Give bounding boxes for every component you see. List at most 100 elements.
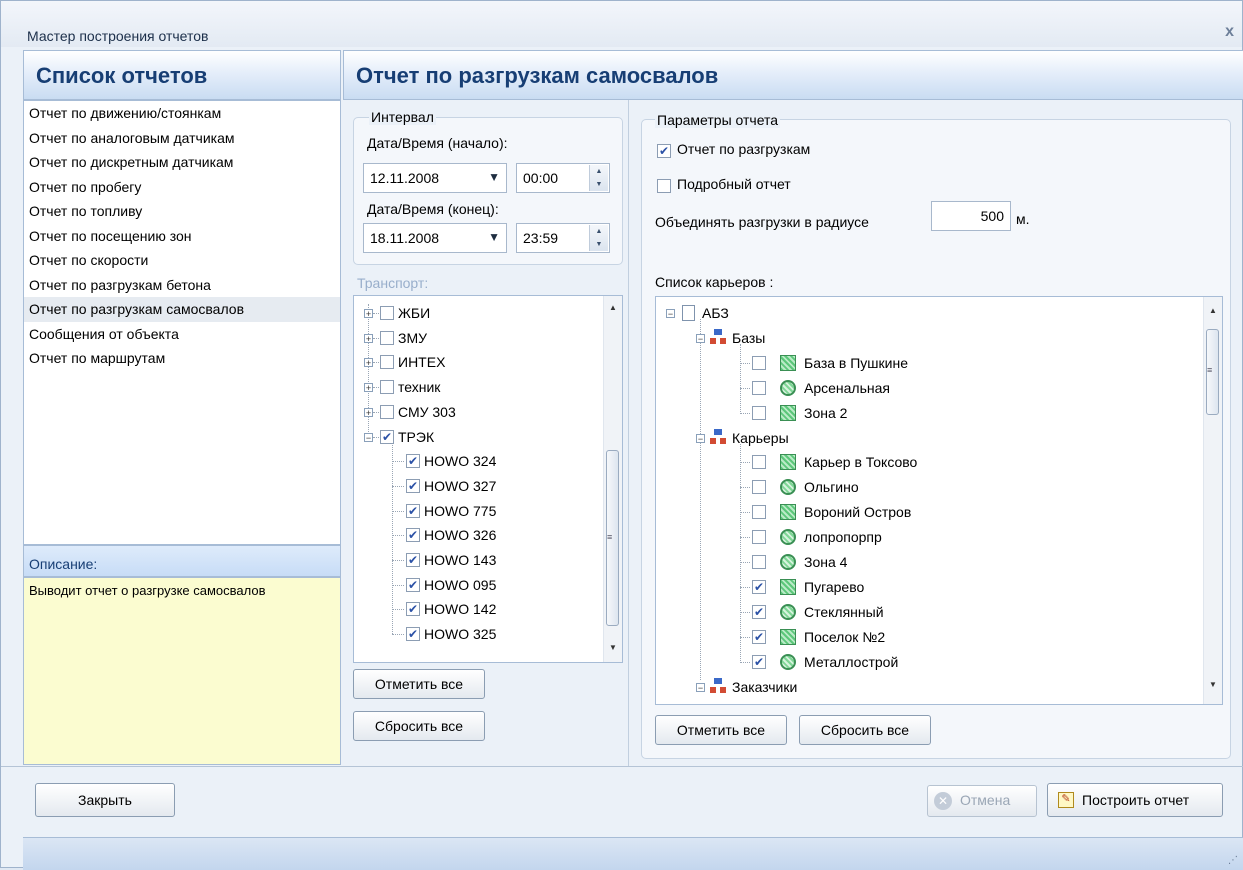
transport-group-0[interactable]: + ЖБИ	[354, 301, 594, 325]
quarry-item-checkbox[interactable]	[752, 505, 766, 520]
quarry-item[interactable]: Арсенальная	[656, 376, 1196, 400]
transport-vehicle[interactable]: ✔ HOWO 775	[354, 499, 594, 523]
transport-group-4[interactable]: + СМУ 303	[354, 400, 594, 424]
spin-down-icon[interactable]: ▼	[590, 238, 608, 251]
report-list-item[interactable]: Отчет по топливу	[24, 199, 340, 224]
transport-tree[interactable]: ▲ ≡ ▼ + ЖБИ + ЗМУ + ИНТЕХ + техник + СМУ 303− ✔ ТРЭ…	[353, 295, 623, 663]
scroll-up-icon[interactable]: ▲	[1204, 303, 1222, 319]
quarries-scrollbar[interactable]: ▲ ≡ ▼	[1203, 297, 1222, 704]
transport-group-checkbox[interactable]	[380, 306, 394, 320]
quarry-item-checkbox[interactable]	[752, 455, 766, 470]
report-list-item[interactable]: Отчет по дискретным датчикам	[24, 150, 340, 175]
transport-scrollbar[interactable]: ▲ ≡ ▼	[603, 296, 622, 662]
quarry-item[interactable]: Ольгино	[656, 475, 1196, 499]
transport-group-checkbox[interactable]: ✔	[380, 429, 394, 444]
resize-grip-icon[interactable]: ⋰	[1228, 855, 1238, 866]
vehicle-checkbox[interactable]: ✔	[406, 553, 420, 567]
quarry-folder[interactable]: − Карьеры	[656, 426, 1196, 450]
transport-group-checkbox[interactable]	[380, 404, 394, 419]
transport-vehicle[interactable]: ✔ HOWO 143	[354, 548, 594, 572]
expand-icon[interactable]: +	[364, 358, 373, 368]
quarry-item[interactable]: ✔ Стеклянный	[656, 600, 1196, 624]
quarry-item[interactable]: Зона 4	[656, 550, 1196, 574]
quarry-item-checkbox[interactable]: ✔	[752, 604, 766, 619]
radius-input[interactable]: 500	[931, 201, 1011, 231]
vehicle-checkbox[interactable]: ✔	[406, 577, 420, 592]
collapse-icon[interactable]: −	[666, 309, 675, 319]
scroll-up-icon[interactable]: ▲	[604, 300, 622, 316]
transport-group-checkbox[interactable]	[380, 355, 394, 370]
vehicle-checkbox[interactable]: ✔	[406, 602, 420, 617]
transport-reset-all-button[interactable]: Сбросить все	[353, 711, 485, 741]
report-list-item[interactable]: Отчет по движению/стоянкам	[24, 101, 340, 126]
vehicle-checkbox[interactable]: ✔	[406, 528, 420, 543]
quarries-check-all-button[interactable]: Отметить все	[655, 715, 787, 745]
expand-icon[interactable]: +	[364, 309, 373, 319]
quarry-folder[interactable]: − Базы	[656, 326, 1196, 350]
close-button[interactable]: Закрыть	[35, 783, 175, 817]
report-list-item[interactable]: Отчет по разгрузкам самосвалов	[24, 297, 340, 322]
chevron-down-icon[interactable]: ▼	[488, 230, 500, 244]
spinner-buttons[interactable]: ▲ ▼	[589, 225, 608, 251]
quarry-item[interactable]: Вороний Остров	[656, 500, 1196, 524]
transport-vehicle[interactable]: ✔ HOWO 325	[354, 622, 594, 646]
quarry-item[interactable]: лопропорпр	[656, 525, 1196, 549]
vehicle-checkbox[interactable]: ✔	[406, 478, 420, 493]
scroll-down-icon[interactable]: ▼	[1204, 677, 1222, 693]
quarry-item-checkbox[interactable]: ✔	[752, 654, 766, 669]
transport-group-checkbox[interactable]	[380, 330, 394, 345]
report-list-item[interactable]: Отчет по посещению зон	[24, 224, 340, 249]
vehicle-checkbox[interactable]: ✔	[406, 627, 420, 642]
transport-vehicle[interactable]: ✔ HOWO 326	[354, 523, 594, 547]
transport-group-checkbox[interactable]	[380, 380, 394, 395]
expand-icon[interactable]: +	[364, 407, 373, 417]
start-date-picker[interactable]: 12.11.2008 ▼	[363, 163, 507, 193]
spin-up-icon[interactable]: ▲	[590, 225, 608, 238]
quarry-item[interactable]: ✔ Пугарево	[656, 575, 1196, 599]
collapse-icon[interactable]: −	[364, 432, 373, 442]
spin-down-icon[interactable]: ▼	[590, 178, 608, 191]
transport-vehicle[interactable]: ✔ HOWO 324	[354, 449, 594, 473]
transport-group-3[interactable]: + техник	[354, 375, 594, 399]
quarry-item[interactable]: Зона 2	[656, 401, 1196, 425]
transport-group-5[interactable]: − ✔ ТРЭК	[354, 425, 594, 449]
end-time-spinner[interactable]: 23:59 ▲ ▼	[516, 223, 610, 253]
quarry-folder[interactable]: − Заказчики	[656, 675, 1196, 699]
report-list-item[interactable]: Сообщения от объекта	[24, 322, 340, 347]
vehicle-checkbox[interactable]: ✔	[406, 454, 420, 469]
scroll-down-icon[interactable]: ▼	[604, 640, 622, 656]
report-list-item[interactable]: Отчет по аналоговым датчикам	[24, 126, 340, 151]
report-list-item[interactable]: Отчет по маршрутам	[24, 346, 340, 371]
quarry-item[interactable]: ✔ Металлострой	[656, 650, 1196, 674]
quarry-item[interactable]: База в Пушкине	[656, 351, 1196, 375]
report-list-item[interactable]: Отчет по разгрузкам бетона	[24, 273, 340, 298]
quarries-reset-all-button[interactable]: Сбросить все	[799, 715, 931, 745]
quarry-item[interactable]: Карьер в Токсово	[656, 450, 1196, 474]
quarry-item-checkbox[interactable]	[752, 480, 766, 495]
close-icon[interactable]: x	[1225, 23, 1234, 41]
transport-check-all-button[interactable]: Отметить все	[353, 669, 485, 699]
build-report-button[interactable]: ✎ Построить отчет	[1047, 783, 1223, 817]
expand-icon[interactable]: +	[364, 383, 373, 393]
report-list-item[interactable]: Отчет по пробегу	[24, 175, 340, 200]
spinner-buttons[interactable]: ▲ ▼	[589, 165, 608, 191]
collapse-icon[interactable]: −	[696, 333, 705, 343]
collapse-icon[interactable]: −	[696, 433, 705, 443]
spin-up-icon[interactable]: ▲	[590, 165, 608, 178]
quarry-item-checkbox[interactable]	[752, 380, 766, 395]
detailed-checkbox[interactable]	[657, 179, 671, 193]
quarry-item-checkbox[interactable]	[752, 530, 766, 545]
cancel-button[interactable]: ✕ Отмена	[927, 785, 1037, 817]
transport-vehicle[interactable]: ✔ HOWO 095	[354, 573, 594, 597]
vehicle-checkbox[interactable]: ✔	[406, 503, 420, 518]
transport-vehicle[interactable]: ✔ HOWO 327	[354, 474, 594, 498]
unloads-checkbox[interactable]: ✔	[657, 144, 671, 158]
report-list-item[interactable]: Отчет по скорости	[24, 248, 340, 273]
transport-vehicle[interactable]: ✔ HOWO 142	[354, 597, 594, 621]
transport-group-2[interactable]: + ИНТЕХ	[354, 350, 594, 374]
quarry-root[interactable]: − АБЗ	[656, 301, 1196, 325]
collapse-icon[interactable]: −	[696, 682, 705, 692]
quarry-item-checkbox[interactable]	[752, 555, 766, 569]
quarry-item-checkbox[interactable]: ✔	[752, 579, 766, 594]
reports-list[interactable]: Отчет по движению/стоянкам Отчет по анало…	[23, 100, 341, 545]
